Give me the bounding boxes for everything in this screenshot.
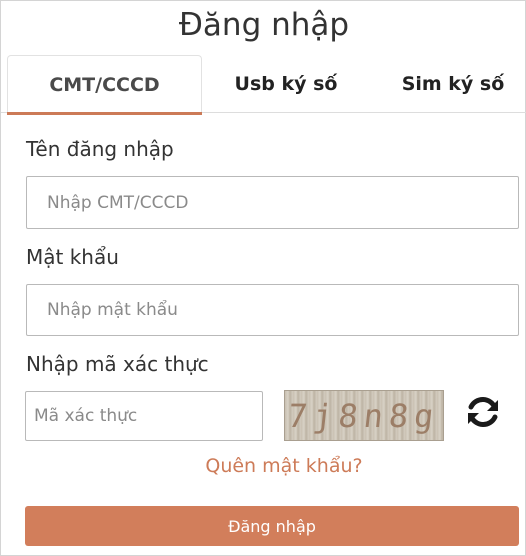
page-title: Đăng nhập: [178, 7, 350, 43]
forgot-password-link[interactable]: Quên mật khẩu?: [1, 455, 526, 477]
tab-cmt-cccd[interactable]: CMT/CCCD: [7, 55, 202, 115]
password-label: Mật khẩu: [26, 245, 119, 269]
username-input[interactable]: [26, 176, 519, 229]
captcha-label: Nhập mã xác thực: [26, 352, 209, 376]
refresh-icon: [468, 397, 498, 427]
login-button[interactable]: Đăng nhập: [25, 506, 519, 546]
login-panel: Đăng nhập CMT/CCCD Usb ký số Sim ký số T…: [0, 0, 526, 556]
tab-sim-ky-so[interactable]: Sim ký số: [373, 55, 526, 113]
username-label: Tên đăng nhập: [26, 137, 174, 161]
tab-usb-ky-so[interactable]: Usb ký số: [206, 55, 366, 113]
login-tabs: CMT/CCCD Usb ký số Sim ký số: [1, 55, 526, 115]
refresh-captcha-button[interactable]: [464, 393, 502, 431]
captcha-image: 7j8n8g: [284, 390, 444, 441]
captcha-code: 7j8n8g: [286, 396, 442, 435]
password-input[interactable]: [26, 284, 519, 336]
captcha-input[interactable]: [25, 391, 263, 441]
